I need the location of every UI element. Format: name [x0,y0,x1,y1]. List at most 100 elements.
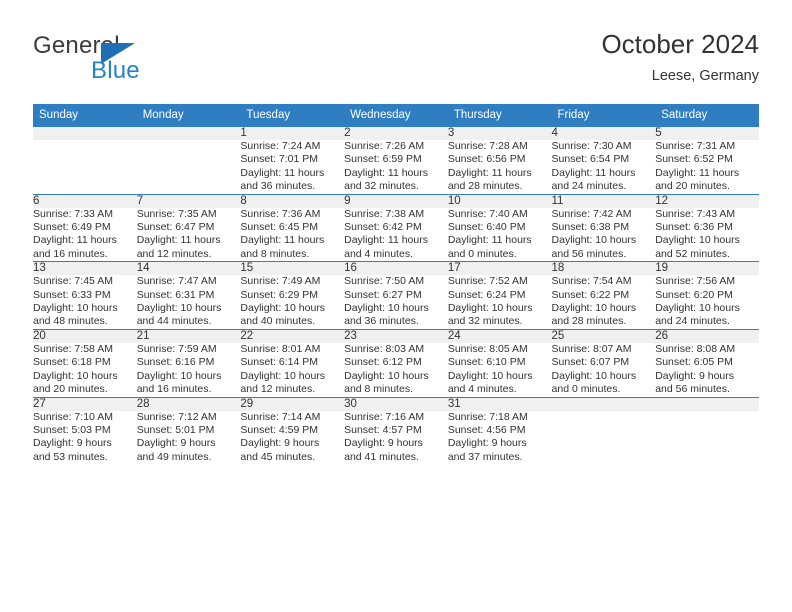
day-cell[interactable]: Sunrise: 7:36 AM Sunset: 6:45 PM Daylight:… [240,208,344,262]
day-cell[interactable]: Sunrise: 8:05 AM Sunset: 6:10 PM Daylight:… [448,343,552,397]
day-number[interactable]: 10 [447,194,552,208]
day-cell[interactable]: Sunrise: 7:52 AM Sunset: 6:24 PM Daylight:… [448,275,552,329]
day-daylight-2-text: and 45 minutes. [240,450,316,463]
day-daylight-1-text: Daylight: 10 hours [551,302,637,315]
day-number[interactable]: 21 [136,329,241,343]
day-daylight-1-text: Daylight: 9 hours [447,437,527,450]
day-number[interactable]: 20 [33,329,137,343]
day-number[interactable]: 3 [447,127,552,140]
day-cell[interactable]: Sunrise: 8:03 AM Sunset: 6:12 PM Daylight:… [344,343,448,397]
day-number[interactable]: 1 [240,127,345,140]
day-cell[interactable]: Sunrise: 7:33 AM Sunset: 6:49 PM Daylight:… [33,208,137,262]
day-daylight-1-text: Daylight: 10 hours [344,369,429,382]
day-number[interactable]: 13 [33,262,137,276]
day-cell[interactable]: Sunrise: 7:40 AM Sunset: 6:40 PM Daylight:… [448,208,552,262]
day-daylight-1-text: Daylight: 10 hours [33,369,118,382]
day-number[interactable]: 5 [655,127,759,140]
day-cell-empty [33,140,137,194]
day-number[interactable]: 19 [655,262,759,276]
calendar-table: Sunday Monday Tuesday Wednesday Thursday… [33,104,759,464]
day-number[interactable]: 26 [655,329,759,343]
day-cell[interactable]: Sunrise: 7:50 AM Sunset: 6:27 PM Daylight:… [344,275,448,329]
day-sunrise-text: Sunrise: 7:38 AM [344,207,425,220]
day-detail-row: Sunrise: 7:24 AM Sunset: 7:01 PM Daylight:… [33,140,759,194]
day-number[interactable]: 15 [240,262,345,276]
day-sunrise-text: Sunrise: 7:35 AM [136,207,217,220]
day-sunrise-text: Sunrise: 8:08 AM [655,342,736,355]
day-number[interactable]: 12 [655,194,759,208]
day-cell[interactable]: Sunrise: 7:28 AM Sunset: 6:56 PM Daylight:… [448,140,552,194]
day-cell[interactable]: Sunrise: 7:10 AM Sunset: 5:03 PM Daylight:… [33,411,137,465]
day-daylight-2-text: and 49 minutes. [136,450,212,463]
day-cell[interactable]: Sunrise: 8:08 AM Sunset: 6:05 PM Daylight:… [655,343,759,397]
day-number[interactable]: 9 [344,194,448,208]
day-number-row: 20 21 22 23 24 25 26 [33,329,759,343]
day-daylight-2-text: and 8 minutes. [240,247,310,260]
day-cell[interactable]: Sunrise: 7:30 AM Sunset: 6:54 PM Daylight:… [552,140,656,194]
day-daylight-2-text: and 41 minutes. [344,450,419,463]
day-number-row: 13 14 15 16 17 18 19 [33,262,759,276]
day-cell[interactable]: Sunrise: 7:18 AM Sunset: 4:56 PM Daylight:… [448,411,552,465]
day-daylight-2-text: and 16 minutes. [33,247,108,260]
day-number[interactable]: 7 [136,194,241,208]
day-cell[interactable]: Sunrise: 7:38 AM Sunset: 6:42 PM Daylight:… [344,208,448,262]
day-number[interactable]: 11 [551,194,656,208]
day-number[interactable]: 2 [344,127,448,140]
day-number[interactable]: 8 [240,194,345,208]
day-cell[interactable]: Sunrise: 7:35 AM Sunset: 6:47 PM Daylight:… [137,208,241,262]
day-number[interactable]: 22 [240,329,345,343]
day-cell[interactable]: Sunrise: 7:14 AM Sunset: 4:59 PM Daylight:… [240,411,344,465]
day-number[interactable]: 31 [447,397,552,411]
day-sunset-text: Sunset: 6:27 PM [344,288,422,301]
day-cell[interactable]: Sunrise: 7:59 AM Sunset: 6:16 PM Daylight:… [137,343,241,397]
day-number[interactable]: 18 [551,262,656,276]
day-cell[interactable]: Sunrise: 7:45 AM Sunset: 6:33 PM Daylight:… [33,275,137,329]
day-sunset-text: Sunset: 5:01 PM [136,423,215,436]
day-cell[interactable]: Sunrise: 7:31 AM Sunset: 6:52 PM Daylight:… [655,140,759,194]
day-daylight-2-text: and 16 minutes. [136,383,212,396]
day-cell[interactable]: Sunrise: 7:56 AM Sunset: 6:20 PM Daylight:… [655,275,759,329]
day-number[interactable]: 24 [447,329,552,343]
day-sunrise-text: Sunrise: 7:52 AM [447,275,528,288]
day-number[interactable]: 16 [344,262,448,276]
day-number[interactable]: 23 [344,329,448,343]
day-cell[interactable]: Sunrise: 7:12 AM Sunset: 5:01 PM Daylight:… [137,411,241,465]
day-cell[interactable]: Sunrise: 7:26 AM Sunset: 6:59 PM Daylight:… [344,140,448,194]
day-cell[interactable]: Sunrise: 8:01 AM Sunset: 6:14 PM Daylight:… [240,343,344,397]
day-sunrise-text: Sunrise: 7:56 AM [655,275,736,288]
day-number[interactable]: 30 [344,397,448,411]
column-header-saturday: Saturday [655,104,759,127]
day-cell[interactable]: Sunrise: 7:24 AM Sunset: 7:01 PM Daylight:… [240,140,344,194]
day-cell[interactable]: Sunrise: 7:43 AM Sunset: 6:36 PM Daylight:… [655,208,759,262]
day-number-row: 6 7 8 9 10 11 12 [33,194,759,208]
day-daylight-2-text: and 56 minutes. [551,247,627,260]
day-daylight-1-text: Daylight: 10 hours [655,234,740,247]
day-cell[interactable]: Sunrise: 7:16 AM Sunset: 4:57 PM Daylight:… [344,411,448,465]
day-number[interactable]: 29 [240,397,345,411]
day-number[interactable]: 6 [33,194,137,208]
day-daylight-2-text: and 24 minutes. [551,180,627,193]
calendar-header-row: Sunday Monday Tuesday Wednesday Thursday… [33,104,759,127]
day-sunrise-text: Sunrise: 7:24 AM [240,140,321,152]
calendar-page: General Blue October 2024 Leese, Germany… [0,0,792,612]
day-sunrise-text: Sunrise: 7:43 AM [655,207,736,220]
day-sunset-text: Sunset: 6:49 PM [33,221,111,234]
column-header-thursday: Thursday [447,104,552,127]
day-number[interactable]: 28 [136,397,241,411]
day-cell[interactable]: Sunrise: 7:54 AM Sunset: 6:22 PM Daylight:… [552,275,656,329]
day-cell[interactable]: Sunrise: 8:07 AM Sunset: 6:07 PM Daylight:… [552,343,656,397]
day-cell[interactable]: Sunrise: 7:47 AM Sunset: 6:31 PM Daylight:… [137,275,241,329]
generalblue-logo[interactable]: General Blue [33,32,263,90]
day-number[interactable]: 27 [33,397,137,411]
day-detail-row: Sunrise: 7:58 AM Sunset: 6:18 PM Daylight:… [33,343,759,397]
day-cell[interactable]: Sunrise: 7:49 AM Sunset: 6:29 PM Daylight:… [240,275,344,329]
day-number[interactable]: 4 [551,127,656,140]
day-cell[interactable]: Sunrise: 7:42 AM Sunset: 6:38 PM Daylight:… [552,208,656,262]
day-cell[interactable]: Sunrise: 7:58 AM Sunset: 6:18 PM Daylight:… [33,343,137,397]
day-number[interactable]: 17 [447,262,552,276]
day-number[interactable]: 14 [136,262,241,276]
day-sunset-text: Sunset: 4:56 PM [447,423,526,436]
page-subtitle: Leese, Germany [651,68,759,84]
day-sunset-text: Sunset: 6:07 PM [551,356,630,369]
day-number[interactable]: 25 [551,329,656,343]
